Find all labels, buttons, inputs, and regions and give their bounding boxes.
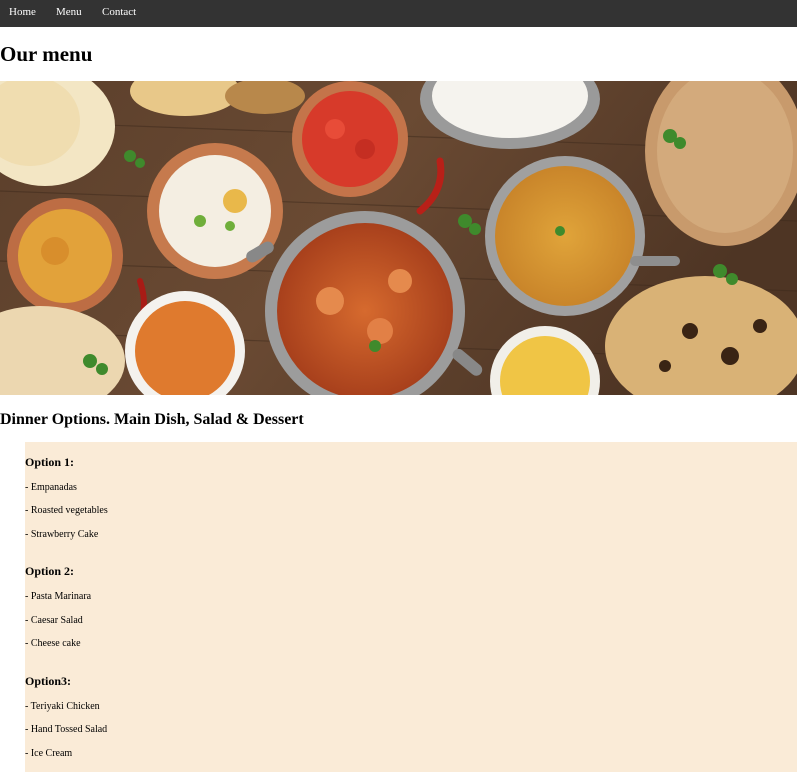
option-1-item: - Empanadas	[25, 482, 77, 493]
nav-link-contact[interactable]: Contact	[102, 0, 136, 27]
option-2-item: - Pasta Marinara	[25, 591, 92, 602]
option-3-item: - Ice Cream	[25, 748, 73, 759]
option-2-item: - Cheese cake	[25, 638, 81, 649]
dinner-options-heading: Dinner Options. Main Dish, Salad & Desse…	[0, 411, 304, 428]
option-2-title: Option 2:	[25, 564, 75, 578]
option-3-title: Option3:	[25, 674, 72, 688]
option-3-item: - Hand Tossed Salad	[25, 724, 108, 735]
food-banner-image	[0, 81, 797, 395]
option-2-item: - Caesar Salad	[25, 615, 83, 626]
option-1-title: Option 1:	[25, 455, 75, 469]
page-title: Our menu	[0, 42, 93, 66]
nav-link-home[interactable]: Home	[9, 0, 36, 27]
menu-options-panel: Option 1: - Empanadas - Roasted vegetabl…	[25, 442, 797, 772]
top-navbar: Home Menu Contact	[0, 0, 797, 27]
option-1-item: - Roasted vegetables	[25, 505, 108, 516]
option-3-item: - Teriyaki Chicken	[25, 701, 100, 712]
nav-link-menu[interactable]: Menu	[56, 0, 82, 27]
option-1-item: - Strawberry Cake	[25, 529, 99, 540]
